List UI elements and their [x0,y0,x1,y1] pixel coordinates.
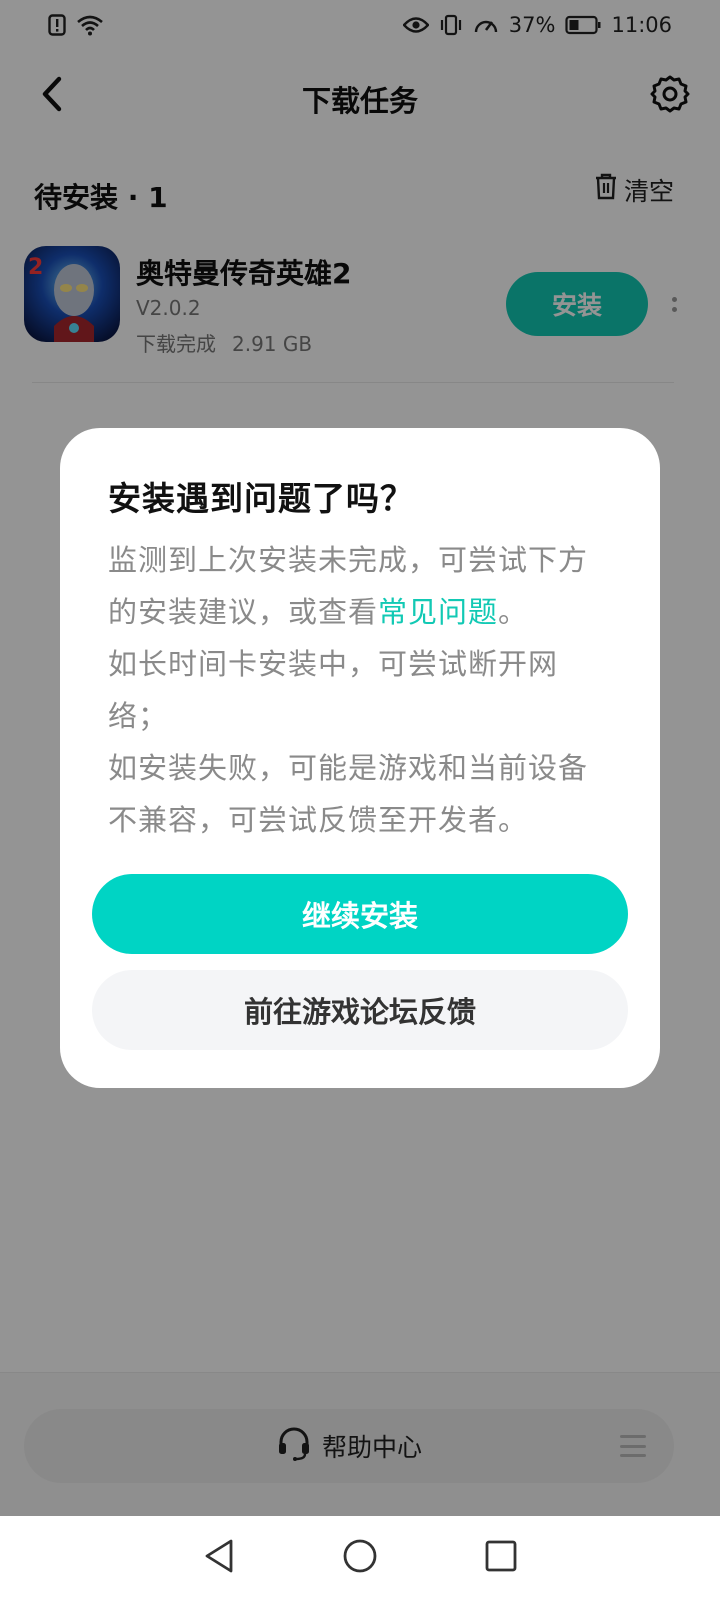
forum-feedback-button[interactable]: 前往游戏论坛反馈 [92,970,628,1050]
dialog-text-1-end: 。 [498,595,529,629]
install-problem-dialog: 安装遇到问题了吗？ 监测到上次安装未完成，可尝试下方的安装建议，或查看常见问题。… [60,428,660,1088]
continue-install-button[interactable]: 继续安装 [92,874,628,954]
dialog-text-2: 如长时间卡安装中，可尝试断开网络； [108,647,559,733]
back-triangle-icon[interactable] [202,1538,236,1578]
recents-square-icon[interactable] [484,1539,518,1577]
dialog-title: 安装遇到问题了吗？ [108,479,414,518]
system-nav-bar [0,1516,720,1600]
home-circle-icon[interactable] [342,1538,378,1578]
dialog-body: 监测到上次安装未完成，可尝试下方的安装建议，或查看常见问题。 如长时间卡安装中，… [108,534,612,846]
dialog-text-3: 如安装失败，可能是游戏和当前设备不兼容，可尝试反馈至开发者。 [108,751,589,837]
faq-link[interactable]: 常见问题 [378,595,498,629]
